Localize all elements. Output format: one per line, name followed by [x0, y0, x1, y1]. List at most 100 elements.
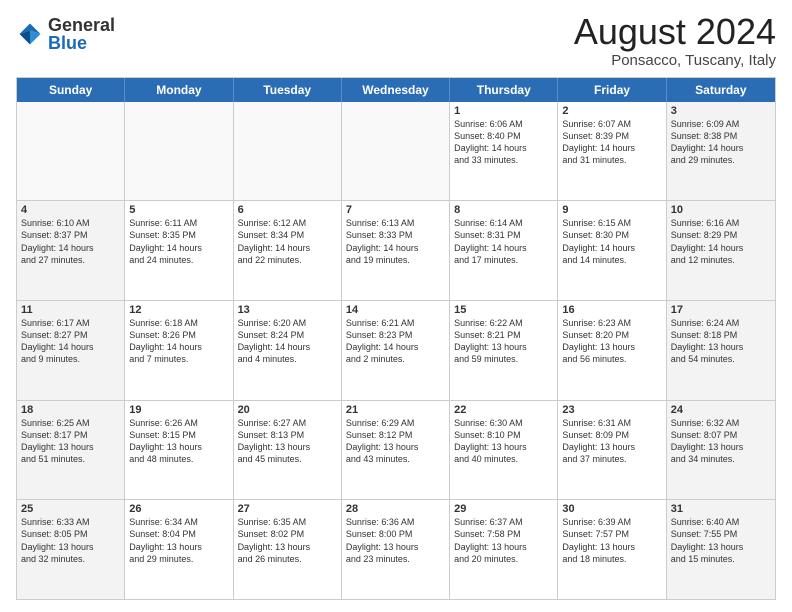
day-info: Sunrise: 6:22 AM Sunset: 8:21 PM Dayligh…: [454, 317, 553, 366]
day-number: 7: [346, 204, 445, 216]
day-number: 9: [562, 204, 661, 216]
day-info: Sunrise: 6:37 AM Sunset: 7:58 PM Dayligh…: [454, 516, 553, 565]
calendar-cell-24: 24Sunrise: 6:32 AM Sunset: 8:07 PM Dayli…: [667, 401, 775, 500]
calendar-body: 1Sunrise: 6:06 AM Sunset: 8:40 PM Daylig…: [17, 102, 775, 599]
day-number: 4: [21, 204, 120, 216]
day-info: Sunrise: 6:34 AM Sunset: 8:04 PM Dayligh…: [129, 516, 228, 565]
day-info: Sunrise: 6:26 AM Sunset: 8:15 PM Dayligh…: [129, 417, 228, 466]
calendar-cell-20: 20Sunrise: 6:27 AM Sunset: 8:13 PM Dayli…: [234, 401, 342, 500]
day-info: Sunrise: 6:20 AM Sunset: 8:24 PM Dayligh…: [238, 317, 337, 366]
calendar-cell-22: 22Sunrise: 6:30 AM Sunset: 8:10 PM Dayli…: [450, 401, 558, 500]
calendar-row-4: 25Sunrise: 6:33 AM Sunset: 8:05 PM Dayli…: [17, 500, 775, 599]
day-number: 17: [671, 304, 771, 316]
calendar-header-thursday: Thursday: [450, 78, 558, 102]
calendar-cell-15: 15Sunrise: 6:22 AM Sunset: 8:21 PM Dayli…: [450, 301, 558, 400]
title-location: Ponsacco, Tuscany, Italy: [574, 52, 776, 69]
day-info: Sunrise: 6:36 AM Sunset: 8:00 PM Dayligh…: [346, 516, 445, 565]
day-info: Sunrise: 6:16 AM Sunset: 8:29 PM Dayligh…: [671, 217, 771, 266]
calendar-cell-30: 30Sunrise: 6:39 AM Sunset: 7:57 PM Dayli…: [558, 500, 666, 599]
day-info: Sunrise: 6:30 AM Sunset: 8:10 PM Dayligh…: [454, 417, 553, 466]
day-number: 2: [562, 105, 661, 117]
calendar-header-tuesday: Tuesday: [234, 78, 342, 102]
calendar-cell-27: 27Sunrise: 6:35 AM Sunset: 8:02 PM Dayli…: [234, 500, 342, 599]
calendar-cell-14: 14Sunrise: 6:21 AM Sunset: 8:23 PM Dayli…: [342, 301, 450, 400]
day-number: 31: [671, 503, 771, 515]
day-number: 1: [454, 105, 553, 117]
day-number: 15: [454, 304, 553, 316]
calendar-header-friday: Friday: [558, 78, 666, 102]
day-number: 10: [671, 204, 771, 216]
calendar-cell-19: 19Sunrise: 6:26 AM Sunset: 8:15 PM Dayli…: [125, 401, 233, 500]
day-info: Sunrise: 6:09 AM Sunset: 8:38 PM Dayligh…: [671, 118, 771, 167]
calendar-cell-5: 5Sunrise: 6:11 AM Sunset: 8:35 PM Daylig…: [125, 201, 233, 300]
calendar-header-monday: Monday: [125, 78, 233, 102]
day-number: 25: [21, 503, 120, 515]
calendar-cell-25: 25Sunrise: 6:33 AM Sunset: 8:05 PM Dayli…: [17, 500, 125, 599]
day-info: Sunrise: 6:35 AM Sunset: 8:02 PM Dayligh…: [238, 516, 337, 565]
calendar-cell-17: 17Sunrise: 6:24 AM Sunset: 8:18 PM Dayli…: [667, 301, 775, 400]
calendar-cell-empty-0-2: [234, 102, 342, 201]
day-info: Sunrise: 6:14 AM Sunset: 8:31 PM Dayligh…: [454, 217, 553, 266]
calendar-header-row: SundayMondayTuesdayWednesdayThursdayFrid…: [17, 78, 775, 102]
calendar-cell-4: 4Sunrise: 6:10 AM Sunset: 8:37 PM Daylig…: [17, 201, 125, 300]
day-info: Sunrise: 6:39 AM Sunset: 7:57 PM Dayligh…: [562, 516, 661, 565]
day-number: 23: [562, 404, 661, 416]
logo-blue-text: Blue: [48, 34, 115, 52]
calendar-cell-26: 26Sunrise: 6:34 AM Sunset: 8:04 PM Dayli…: [125, 500, 233, 599]
title-month: August 2024: [574, 12, 776, 52]
calendar: SundayMondayTuesdayWednesdayThursdayFrid…: [16, 77, 776, 600]
day-number: 13: [238, 304, 337, 316]
day-info: Sunrise: 6:29 AM Sunset: 8:12 PM Dayligh…: [346, 417, 445, 466]
day-number: 21: [346, 404, 445, 416]
calendar-cell-6: 6Sunrise: 6:12 AM Sunset: 8:34 PM Daylig…: [234, 201, 342, 300]
day-number: 28: [346, 503, 445, 515]
day-info: Sunrise: 6:27 AM Sunset: 8:13 PM Dayligh…: [238, 417, 337, 466]
calendar-cell-empty-0-0: [17, 102, 125, 201]
day-info: Sunrise: 6:17 AM Sunset: 8:27 PM Dayligh…: [21, 317, 120, 366]
day-number: 27: [238, 503, 337, 515]
calendar-cell-1: 1Sunrise: 6:06 AM Sunset: 8:40 PM Daylig…: [450, 102, 558, 201]
day-number: 14: [346, 304, 445, 316]
day-number: 30: [562, 503, 661, 515]
calendar-header-saturday: Saturday: [667, 78, 775, 102]
day-number: 12: [129, 304, 228, 316]
calendar-cell-2: 2Sunrise: 6:07 AM Sunset: 8:39 PM Daylig…: [558, 102, 666, 201]
day-number: 16: [562, 304, 661, 316]
day-info: Sunrise: 6:15 AM Sunset: 8:30 PM Dayligh…: [562, 217, 661, 266]
calendar-cell-18: 18Sunrise: 6:25 AM Sunset: 8:17 PM Dayli…: [17, 401, 125, 500]
day-info: Sunrise: 6:11 AM Sunset: 8:35 PM Dayligh…: [129, 217, 228, 266]
day-number: 8: [454, 204, 553, 216]
logo: General Blue: [16, 16, 115, 52]
day-info: Sunrise: 6:07 AM Sunset: 8:39 PM Dayligh…: [562, 118, 661, 167]
calendar-cell-3: 3Sunrise: 6:09 AM Sunset: 8:38 PM Daylig…: [667, 102, 775, 201]
day-info: Sunrise: 6:23 AM Sunset: 8:20 PM Dayligh…: [562, 317, 661, 366]
calendar-header-sunday: Sunday: [17, 78, 125, 102]
calendar-cell-11: 11Sunrise: 6:17 AM Sunset: 8:27 PM Dayli…: [17, 301, 125, 400]
calendar-cell-13: 13Sunrise: 6:20 AM Sunset: 8:24 PM Dayli…: [234, 301, 342, 400]
day-info: Sunrise: 6:24 AM Sunset: 8:18 PM Dayligh…: [671, 317, 771, 366]
day-info: Sunrise: 6:25 AM Sunset: 8:17 PM Dayligh…: [21, 417, 120, 466]
calendar-cell-10: 10Sunrise: 6:16 AM Sunset: 8:29 PM Dayli…: [667, 201, 775, 300]
day-number: 6: [238, 204, 337, 216]
day-number: 24: [671, 404, 771, 416]
calendar-cell-empty-0-3: [342, 102, 450, 201]
day-number: 5: [129, 204, 228, 216]
calendar-cell-23: 23Sunrise: 6:31 AM Sunset: 8:09 PM Dayli…: [558, 401, 666, 500]
day-info: Sunrise: 6:33 AM Sunset: 8:05 PM Dayligh…: [21, 516, 120, 565]
day-info: Sunrise: 6:10 AM Sunset: 8:37 PM Dayligh…: [21, 217, 120, 266]
title-block: August 2024 Ponsacco, Tuscany, Italy: [574, 12, 776, 69]
day-info: Sunrise: 6:40 AM Sunset: 7:55 PM Dayligh…: [671, 516, 771, 565]
day-number: 18: [21, 404, 120, 416]
day-number: 11: [21, 304, 120, 316]
calendar-row-2: 11Sunrise: 6:17 AM Sunset: 8:27 PM Dayli…: [17, 301, 775, 401]
day-number: 3: [671, 105, 771, 117]
day-info: Sunrise: 6:18 AM Sunset: 8:26 PM Dayligh…: [129, 317, 228, 366]
day-number: 26: [129, 503, 228, 515]
calendar-cell-8: 8Sunrise: 6:14 AM Sunset: 8:31 PM Daylig…: [450, 201, 558, 300]
calendar-cell-empty-0-1: [125, 102, 233, 201]
calendar-cell-28: 28Sunrise: 6:36 AM Sunset: 8:00 PM Dayli…: [342, 500, 450, 599]
calendar-row-1: 4Sunrise: 6:10 AM Sunset: 8:37 PM Daylig…: [17, 201, 775, 301]
calendar-row-0: 1Sunrise: 6:06 AM Sunset: 8:40 PM Daylig…: [17, 102, 775, 202]
header: General Blue August 2024 Ponsacco, Tusca…: [16, 12, 776, 69]
day-number: 29: [454, 503, 553, 515]
